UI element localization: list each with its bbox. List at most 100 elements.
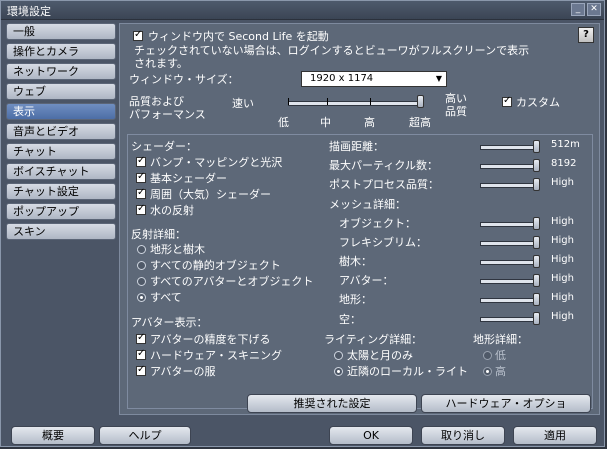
sidebar-item-graphics[interactable]: 表示 xyxy=(6,103,116,120)
terrain-high-radio[interactable] xyxy=(483,367,492,376)
avatar-cloth-checkbox[interactable] xyxy=(136,364,146,376)
hardware-skinning-checkbox[interactable] xyxy=(136,348,146,360)
apply-button[interactable]: 適用 xyxy=(513,426,597,445)
high-quality-label-cont: 品質 xyxy=(445,105,467,118)
preferences-window: 環境設定 _ ✕ 一般 操作とカメラ ネットワーク ウェブ 表示 音声とビデオ … xyxy=(0,0,605,447)
draw-distance-thumb[interactable] xyxy=(533,140,540,153)
sidebar-item-chat-settings[interactable]: チャット設定 xyxy=(6,183,116,200)
recommended-settings-button[interactable]: 推奨された設定 xyxy=(247,394,417,413)
sidebar-item-skins[interactable]: スキン xyxy=(6,223,116,240)
lighting-title: ライティング詳細： xyxy=(324,333,423,346)
mesh-flexiprims-value: High xyxy=(551,235,574,246)
minimize-icon[interactable]: _ xyxy=(571,3,585,16)
mesh-flexiprims-slider[interactable] xyxy=(480,241,540,246)
help-footer-button[interactable]: ヘルプ xyxy=(99,426,191,445)
terrain-low-radio[interactable] xyxy=(483,351,492,360)
mesh-sky-thumb[interactable] xyxy=(533,312,540,325)
window-size-value: 1920 x 1174 xyxy=(310,73,374,84)
reflection-static-radio[interactable] xyxy=(137,261,146,270)
terrain-title: 地形詳細： xyxy=(473,333,528,346)
sidebar-item-audio-video[interactable]: 音声とビデオ xyxy=(6,123,116,140)
reflection-title: 反射詳細： xyxy=(131,228,186,241)
max-particles-slider[interactable] xyxy=(480,164,540,169)
help-button[interactable]: ? xyxy=(578,27,594,43)
mesh-terrain-thumb[interactable] xyxy=(533,293,540,306)
avatar-cloth-label: アバターの服 xyxy=(150,365,216,378)
post-process-slider[interactable] xyxy=(480,183,540,188)
hardware-options-button[interactable]: ハードウェア・オプショ xyxy=(421,394,591,413)
sidebar-item-general[interactable]: 一般 xyxy=(6,23,116,40)
mesh-trees-thumb[interactable] xyxy=(533,255,540,268)
custom-checkbox[interactable] xyxy=(502,95,512,107)
water-reflection-checkbox[interactable] xyxy=(136,203,146,215)
atmospheric-shaders-checkbox[interactable] xyxy=(136,187,146,199)
mesh-trees-value: High xyxy=(551,254,574,265)
reflection-static-label: すべての静的オブジェクト xyxy=(150,259,281,272)
custom-settings-group: シェーダー： バンプ・マッピングと光沢 基本シェーダー 周囲（大気）シェーダー … xyxy=(127,134,593,409)
sidebar-item-voice-chat[interactable]: ボイスチャット xyxy=(6,163,116,180)
mesh-avatars-value: High xyxy=(551,273,574,284)
lighting-sun-moon-label: 太陽と月のみ xyxy=(347,349,413,362)
window-startup-checkbox[interactable] xyxy=(133,29,143,41)
graphics-panel: ウィンドウ内で Second Life を起動 チェックされていない場合は、ログ… xyxy=(119,23,600,415)
window-size-dropdown[interactable]: 1920 x 1174 ▼ xyxy=(301,71,447,87)
sidebar-item-text-chat[interactable]: チャット xyxy=(6,143,116,160)
reflection-avatars-radio[interactable] xyxy=(137,277,146,286)
max-particles-thumb[interactable] xyxy=(533,159,540,172)
sidebar-item-input-camera[interactable]: 操作とカメラ xyxy=(6,43,116,60)
window-title: 環境設定 xyxy=(7,5,51,18)
mesh-trees-slider[interactable] xyxy=(480,260,540,265)
mesh-terrain-label: 地形： xyxy=(339,293,372,306)
post-process-value: High xyxy=(551,177,574,188)
draw-distance-value: 512m xyxy=(551,139,580,150)
bump-mapping-checkbox[interactable] xyxy=(136,155,146,167)
mesh-terrain-value: High xyxy=(551,292,574,303)
quality-label-cont: パフォーマンス xyxy=(129,108,206,121)
mesh-terrain-slider[interactable] xyxy=(480,298,540,303)
sidebar-item-web[interactable]: ウェブ xyxy=(6,83,116,100)
mesh-objects-thumb[interactable] xyxy=(533,217,540,230)
draw-distance-slider[interactable] xyxy=(480,145,540,150)
window-size-label: ウィンドウ・サイズ： xyxy=(129,73,239,86)
post-process-thumb[interactable] xyxy=(533,178,540,191)
terrain-low-label: 低 xyxy=(495,349,506,362)
quality-slider[interactable] xyxy=(288,101,424,106)
avatar-title: アバター表示： xyxy=(131,316,208,329)
window-startup-note-cont: されます。 xyxy=(134,57,188,70)
reflection-terrain-radio[interactable] xyxy=(137,245,146,254)
mesh-sky-value: High xyxy=(551,311,574,322)
mesh-avatars-slider[interactable] xyxy=(480,279,540,284)
mesh-avatars-label: アバター： xyxy=(339,274,394,287)
quality-tick-ultra: 超高 xyxy=(409,116,431,129)
max-particles-value: 8192 xyxy=(551,158,577,169)
lighting-sun-moon-radio[interactable] xyxy=(334,351,343,360)
close-icon[interactable]: ✕ xyxy=(587,3,601,16)
mesh-objects-slider[interactable] xyxy=(480,222,540,227)
reflection-avatars-label: すべてのアバターとオブジェクト xyxy=(150,275,314,288)
draw-distance-label: 描画距離： xyxy=(329,140,384,153)
quality-tick xyxy=(370,98,371,105)
ok-button[interactable]: OK xyxy=(329,426,413,445)
sidebar-item-popups[interactable]: ポップアップ xyxy=(6,203,116,220)
sidebar-item-network[interactable]: ネットワーク xyxy=(6,63,116,80)
quality-tick-mid: 中 xyxy=(320,116,331,129)
avatar-impostors-checkbox[interactable] xyxy=(136,332,146,344)
mesh-flexiprims-label: フレキシブリム： xyxy=(339,236,427,249)
basic-shaders-label: 基本シェーダー xyxy=(150,172,227,185)
mesh-avatars-thumb[interactable] xyxy=(533,274,540,287)
reflection-all-label: すべて xyxy=(150,291,182,304)
reflection-all-radio[interactable] xyxy=(137,293,146,302)
quality-slider-thumb[interactable] xyxy=(417,95,424,108)
title-bar[interactable]: 環境設定 _ ✕ xyxy=(1,1,604,20)
sidebar: 一般 操作とカメラ ネットワーク ウェブ 表示 音声とビデオ チャット ボイスチ… xyxy=(6,23,118,243)
about-button[interactable]: 概要 xyxy=(11,426,95,445)
cancel-button[interactable]: 取り消し xyxy=(421,426,505,445)
lighting-local-radio[interactable] xyxy=(334,367,343,376)
mesh-flexiprims-thumb[interactable] xyxy=(533,236,540,249)
mesh-title: メッシュ詳細： xyxy=(329,198,406,211)
basic-shaders-checkbox[interactable] xyxy=(136,171,146,183)
mesh-objects-label: オブジェクト： xyxy=(339,217,416,230)
mesh-sky-label: 空： xyxy=(339,313,361,326)
quality-tick xyxy=(327,98,328,105)
mesh-sky-slider[interactable] xyxy=(480,317,540,322)
